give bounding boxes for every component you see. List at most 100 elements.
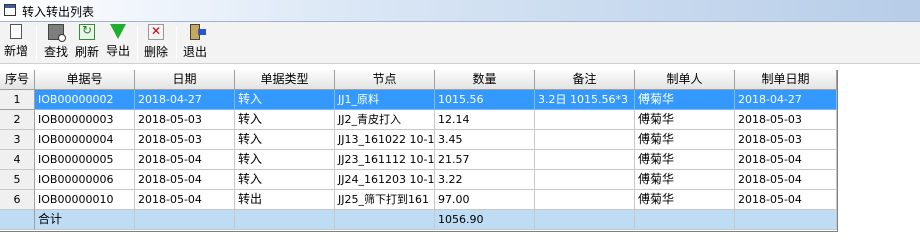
export-button-label: 导出 (105, 44, 130, 58)
find-icon (48, 24, 66, 42)
row-number[interactable]: 2 (0, 110, 35, 130)
node-cell[interactable]: JJ24_161203 10-1 (335, 170, 435, 190)
create-date-cell[interactable]: 2018-04-27 (735, 90, 837, 110)
row-number[interactable]: 4 (0, 150, 35, 170)
row-number[interactable]: 3 (0, 130, 35, 150)
row-number[interactable]: 1 (0, 90, 35, 110)
column-header-doc-type[interactable]: 单据类型 (235, 70, 335, 90)
remark-cell[interactable] (535, 150, 635, 170)
creator-cell[interactable]: 傅菊华 (635, 170, 735, 190)
doc-type-cell[interactable]: 转入 (235, 110, 335, 130)
doc-type-cell[interactable]: 转入 (235, 90, 335, 110)
toolbar-separator (176, 26, 177, 60)
doc-no-cell[interactable]: IOB00000002 (35, 90, 135, 110)
toolbar: 新增 查找 刷新 导出 删除 退出 (0, 22, 920, 64)
table-row[interactable]: 4 IOB00000005 2018-05-04 转入 JJ23_161112 10-1… (0, 150, 837, 170)
data-grid[interactable]: 序号 单据号 日期 单据类型 节点 数量 备注 制单人 制单日期 1 IOB000… (0, 70, 838, 232)
creator-cell[interactable]: 傅菊华 (635, 150, 735, 170)
find-button[interactable]: 查找 (43, 24, 69, 62)
creator-cell[interactable]: 傅菊华 (635, 130, 735, 150)
total-cell (635, 210, 735, 230)
column-header-node[interactable]: 节点 (335, 70, 435, 90)
header-row: 序号 单据号 日期 单据类型 节点 数量 备注 制单人 制单日期 (0, 70, 837, 90)
total-cell (135, 210, 235, 230)
quantity-cell[interactable]: 3.22 (435, 170, 535, 190)
quantity-cell[interactable]: 1015.56 (435, 90, 535, 110)
refresh-button[interactable]: 刷新 (74, 23, 100, 62)
remark-cell[interactable] (535, 130, 635, 150)
delete-icon (148, 24, 164, 40)
date-cell[interactable]: 2018-05-04 (135, 190, 235, 210)
new-button-label: 新增 (3, 44, 28, 58)
doc-type-cell[interactable]: 转入 (235, 130, 335, 150)
new-document-icon (10, 24, 22, 39)
doc-no-cell[interactable]: IOB00000003 (35, 110, 135, 130)
creator-cell[interactable]: 傅菊华 (635, 110, 735, 130)
total-row: 合计 1056.90 (0, 210, 837, 230)
quantity-cell[interactable]: 12.14 (435, 110, 535, 130)
column-header-seq[interactable]: 序号 (0, 70, 35, 90)
node-cell[interactable]: JJ13_161022 10-1 (335, 130, 435, 150)
table-row[interactable]: 3 IOB00000004 2018-05-03 转入 JJ13_161022 10-1… (0, 130, 837, 150)
creator-cell[interactable]: 傅菊华 (635, 190, 735, 210)
column-header-quantity[interactable]: 数量 (435, 70, 535, 90)
date-cell[interactable]: 2018-04-27 (135, 90, 235, 110)
date-cell[interactable]: 2018-05-04 (135, 170, 235, 190)
doc-no-cell[interactable]: IOB00000010 (35, 190, 135, 210)
column-header-create-date[interactable]: 制单日期 (735, 70, 837, 90)
total-cell (735, 210, 837, 230)
date-cell[interactable]: 2018-05-03 (135, 130, 235, 150)
find-button-label: 查找 (43, 45, 68, 59)
delete-button-label: 删除 (143, 45, 168, 59)
column-header-creator[interactable]: 制单人 (635, 70, 735, 90)
table-row[interactable]: 5 IOB00000006 2018-05-04 转入 JJ24_161203 10-1… (0, 170, 837, 190)
doc-type-cell[interactable]: 转出 (235, 190, 335, 210)
remark-cell[interactable] (535, 110, 635, 130)
remark-cell[interactable] (535, 190, 635, 210)
quantity-cell[interactable]: 21.57 (435, 150, 535, 170)
node-cell[interactable]: JJ1_原料 (335, 90, 435, 110)
create-date-cell[interactable]: 2018-05-04 (735, 170, 837, 190)
toolbar-separator (137, 26, 138, 60)
exit-door-icon (190, 24, 206, 40)
remark-cell[interactable]: 3.2日 1015.56*3 (535, 90, 635, 110)
node-cell[interactable]: JJ25_筛下打到161 (335, 190, 435, 210)
window-icon (4, 4, 16, 16)
column-header-doc-no[interactable]: 单据号 (35, 70, 135, 90)
total-cell (335, 210, 435, 230)
date-cell[interactable]: 2018-05-03 (135, 110, 235, 130)
new-button[interactable]: 新增 (3, 24, 29, 62)
refresh-icon (79, 23, 95, 40)
node-cell[interactable]: JJ23_161112 10-1 (335, 150, 435, 170)
refresh-button-label: 刷新 (74, 45, 99, 59)
delete-button[interactable]: 删除 (143, 24, 169, 62)
doc-type-cell[interactable]: 转入 (235, 150, 335, 170)
quantity-cell[interactable]: 97.00 (435, 190, 535, 210)
title-bar: 转入转出列表 (0, 0, 920, 22)
doc-no-cell[interactable]: IOB00000006 (35, 170, 135, 190)
total-quantity: 1056.90 (435, 210, 535, 230)
doc-no-cell[interactable]: IOB00000005 (35, 150, 135, 170)
creator-cell[interactable]: 傅菊华 (635, 90, 735, 110)
total-cell (535, 210, 635, 230)
create-date-cell[interactable]: 2018-05-04 (735, 150, 837, 170)
create-date-cell[interactable]: 2018-05-03 (735, 130, 837, 150)
export-button[interactable]: 导出 (105, 24, 131, 62)
column-header-date[interactable]: 日期 (135, 70, 235, 90)
table-row[interactable]: 1 IOB00000002 2018-04-27 转入 JJ1_原料 1015.56 3.2… (0, 90, 837, 110)
remark-cell[interactable] (535, 170, 635, 190)
doc-no-cell[interactable]: IOB00000004 (35, 130, 135, 150)
column-header-remark[interactable]: 备注 (535, 70, 635, 90)
date-cell[interactable]: 2018-05-04 (135, 150, 235, 170)
total-row-number (0, 210, 35, 230)
table-row[interactable]: 2 IOB00000003 2018-05-03 转入 JJ2_青皮打入 12.14 傅菊华… (0, 110, 837, 130)
row-number[interactable]: 5 (0, 170, 35, 190)
table-row[interactable]: 6 IOB00000010 2018-05-04 转出 JJ25_筛下打到161 97.0… (0, 190, 837, 210)
create-date-cell[interactable]: 2018-05-03 (735, 110, 837, 130)
doc-type-cell[interactable]: 转入 (235, 170, 335, 190)
row-number[interactable]: 6 (0, 190, 35, 210)
node-cell[interactable]: JJ2_青皮打入 (335, 110, 435, 130)
create-date-cell[interactable]: 2018-05-04 (735, 190, 837, 210)
exit-button[interactable]: 退出 (182, 24, 208, 62)
quantity-cell[interactable]: 3.45 (435, 130, 535, 150)
